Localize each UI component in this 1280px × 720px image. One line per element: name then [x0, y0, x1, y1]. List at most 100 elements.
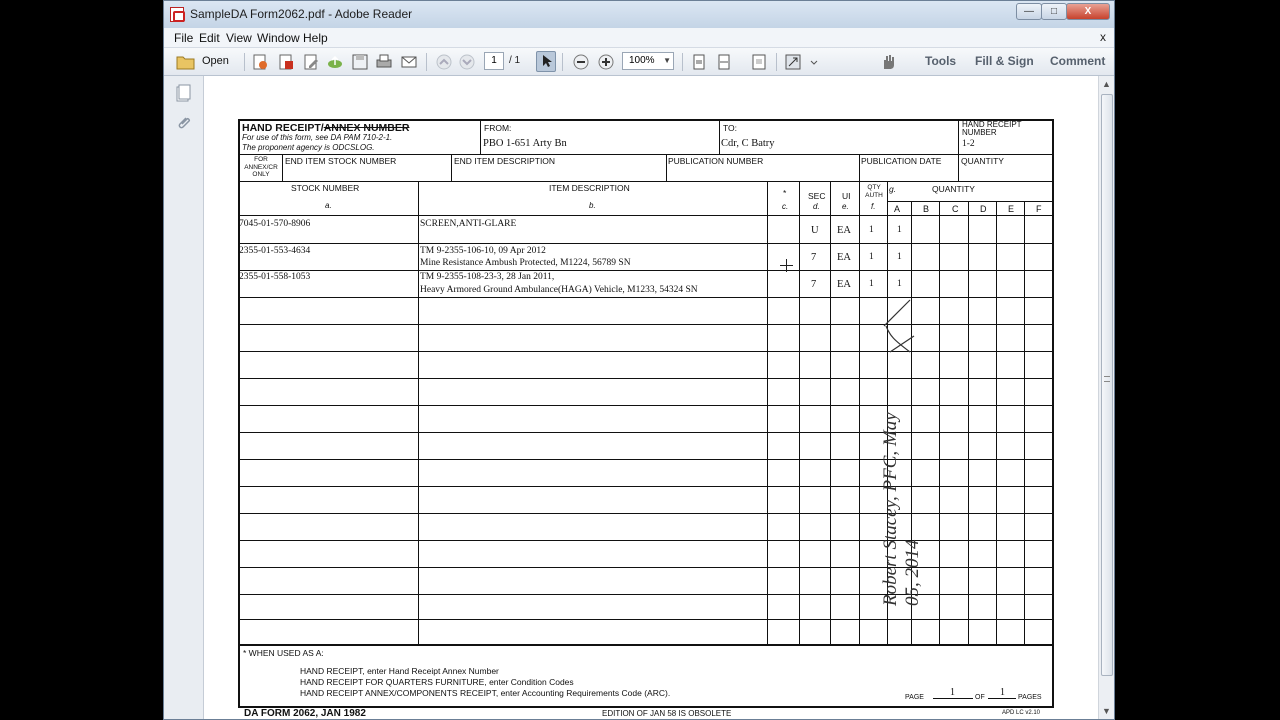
- tools-button[interactable]: Tools: [925, 54, 956, 68]
- edit-pdf-icon[interactable]: [302, 53, 320, 71]
- save-icon[interactable]: [351, 53, 369, 71]
- toolbar-separator: [562, 53, 563, 71]
- row3-desc-line2[interactable]: Heavy Armored Ground Ambulance(HAGA) Veh…: [420, 285, 698, 295]
- menu-help[interactable]: Help: [303, 31, 328, 45]
- fill-sign-button[interactable]: Fill & Sign: [975, 54, 1034, 68]
- row2-qty-a[interactable]: 1: [897, 252, 902, 262]
- row-line: [238, 619, 1054, 620]
- close-document-icon[interactable]: x: [1100, 30, 1106, 44]
- menu-view[interactable]: View: [226, 31, 252, 45]
- zoom-level-select[interactable]: 100% ▼: [622, 52, 674, 70]
- col-star-sub: c.: [782, 202, 789, 211]
- vertical-scrollbar[interactable]: ▲ ▼: [1098, 76, 1114, 719]
- col-ui-sub: e.: [842, 202, 849, 211]
- row3-ui[interactable]: EA: [837, 279, 851, 290]
- row1-qty-a[interactable]: 1: [897, 225, 902, 235]
- zoom-out-icon[interactable]: [572, 53, 590, 71]
- comment-button[interactable]: Comment: [1050, 54, 1105, 68]
- col-line-desc: [767, 181, 768, 644]
- previous-page-icon[interactable]: [435, 53, 453, 71]
- select-tool-button[interactable]: [536, 51, 556, 72]
- menu-edit[interactable]: Edit: [199, 31, 220, 45]
- attachments-icon[interactable]: [175, 114, 191, 132]
- qty-col-b: B: [923, 204, 930, 214]
- row2-ui[interactable]: EA: [837, 252, 851, 263]
- document-area[interactable]: HAND RECEIPT/ANNEX NUMBER For use of thi…: [204, 76, 1098, 719]
- close-button[interactable]: X: [1066, 3, 1110, 20]
- page-total-label: / 1: [509, 55, 521, 66]
- row1-ui[interactable]: EA: [837, 225, 851, 236]
- open-label: Open: [202, 55, 229, 67]
- col-ui: UI: [842, 191, 851, 201]
- page-label: PAGE: [905, 694, 924, 701]
- of-value[interactable]: 1: [1000, 687, 1005, 698]
- table-bottom-line: [238, 644, 1054, 646]
- fit-page-icon[interactable]: [690, 53, 708, 71]
- col-line-d: [996, 201, 997, 644]
- scroll-up-icon[interactable]: ▲: [1102, 79, 1111, 89]
- row-line: [238, 324, 1054, 325]
- row1-auth[interactable]: 1: [869, 225, 874, 235]
- form-border-top: [238, 119, 1054, 121]
- row1-desc[interactable]: SCREEN,ANTI-GLARE: [420, 219, 516, 229]
- row2-sec[interactable]: 7: [811, 252, 816, 263]
- header-divider: [282, 154, 283, 181]
- create-pdf-icon[interactable]: [251, 53, 269, 71]
- col-line-ui: [859, 181, 860, 644]
- toolbar-more-icon[interactable]: [810, 53, 818, 71]
- fit-width-icon[interactable]: [715, 53, 733, 71]
- full-screen-icon[interactable]: [784, 53, 802, 71]
- footnote-line-3: HAND RECEIPT ANNEX/COMPONENTS RECEIPT, e…: [300, 688, 671, 698]
- export-pdf-icon[interactable]: [277, 53, 295, 71]
- cloud-upload-icon[interactable]: [326, 53, 344, 71]
- row1-stock[interactable]: 7045-01-570-8906: [239, 219, 310, 229]
- row-line: [238, 270, 1054, 271]
- row1-sec[interactable]: U: [811, 225, 819, 236]
- from-value[interactable]: PBO 1-651 Arty Bn: [483, 138, 567, 149]
- to-value[interactable]: Cdr, C Batry: [721, 138, 775, 149]
- from-label: FROM:: [484, 123, 512, 133]
- row-line: [238, 486, 1054, 487]
- menu-file[interactable]: File: [174, 31, 193, 45]
- row3-desc-line1[interactable]: TM 9-2355-108-23-3, 28 Jan 2011,: [420, 272, 554, 282]
- row2-stock[interactable]: 2355-01-553-4634: [239, 246, 310, 256]
- scroll-down-icon[interactable]: ▼: [1102, 706, 1111, 716]
- zoom-in-icon[interactable]: [597, 53, 615, 71]
- publication-number-label: PUBLICATION NUMBER: [668, 156, 764, 166]
- row3-stock[interactable]: 2355-01-558-1053: [239, 272, 310, 282]
- scrollbar-thumb[interactable]: [1101, 94, 1113, 676]
- email-icon[interactable]: [400, 53, 418, 71]
- row-line: [238, 351, 1054, 352]
- row-line: [238, 432, 1054, 433]
- row3-sec[interactable]: 7: [811, 279, 816, 290]
- edition-note: EDITION OF JAN 58 IS OBSOLETE: [602, 709, 732, 718]
- menu-bar: File Edit View Window Help x: [164, 28, 1114, 48]
- row-line: [238, 243, 1054, 244]
- row3-qty-a[interactable]: 1: [897, 279, 902, 289]
- pages-label: PAGES: [1018, 694, 1042, 701]
- row-line: [238, 513, 1054, 514]
- hand-tool-icon[interactable]: [879, 53, 897, 71]
- col-sec: SEC: [808, 191, 826, 201]
- hr-number-value[interactable]: 1-2: [962, 139, 975, 149]
- row-line: [238, 297, 1054, 298]
- footnote-line-2: HAND RECEIPT FOR QUARTERS FURNITURE, ent…: [300, 677, 574, 687]
- col-line-e: [1024, 201, 1025, 644]
- row2-auth[interactable]: 1: [869, 252, 874, 262]
- minimize-button[interactable]: —: [1016, 3, 1042, 20]
- page-number-input[interactable]: 1: [484, 52, 504, 70]
- menu-window[interactable]: Window: [257, 31, 300, 45]
- pdf-page: HAND RECEIPT/ANNEX NUMBER For use of thi…: [204, 76, 1098, 719]
- row2-desc-line1[interactable]: TM 9-2355-106-10, 09 Apr 2012: [420, 246, 546, 256]
- col-line-stock: [418, 181, 419, 644]
- page-thumbnails-icon[interactable]: [175, 84, 191, 102]
- scrollbar-grip: [1104, 376, 1110, 382]
- page-value[interactable]: 1: [950, 687, 955, 698]
- read-mode-icon[interactable]: [750, 53, 768, 71]
- print-icon[interactable]: [375, 53, 393, 71]
- maximize-button[interactable]: □: [1041, 3, 1067, 20]
- row3-auth[interactable]: 1: [869, 279, 874, 289]
- header-divider: [666, 154, 667, 181]
- row2-desc-line2[interactable]: Mine Resistance Ambush Protected, M1224,…: [420, 258, 631, 268]
- next-page-icon[interactable]: [458, 53, 476, 71]
